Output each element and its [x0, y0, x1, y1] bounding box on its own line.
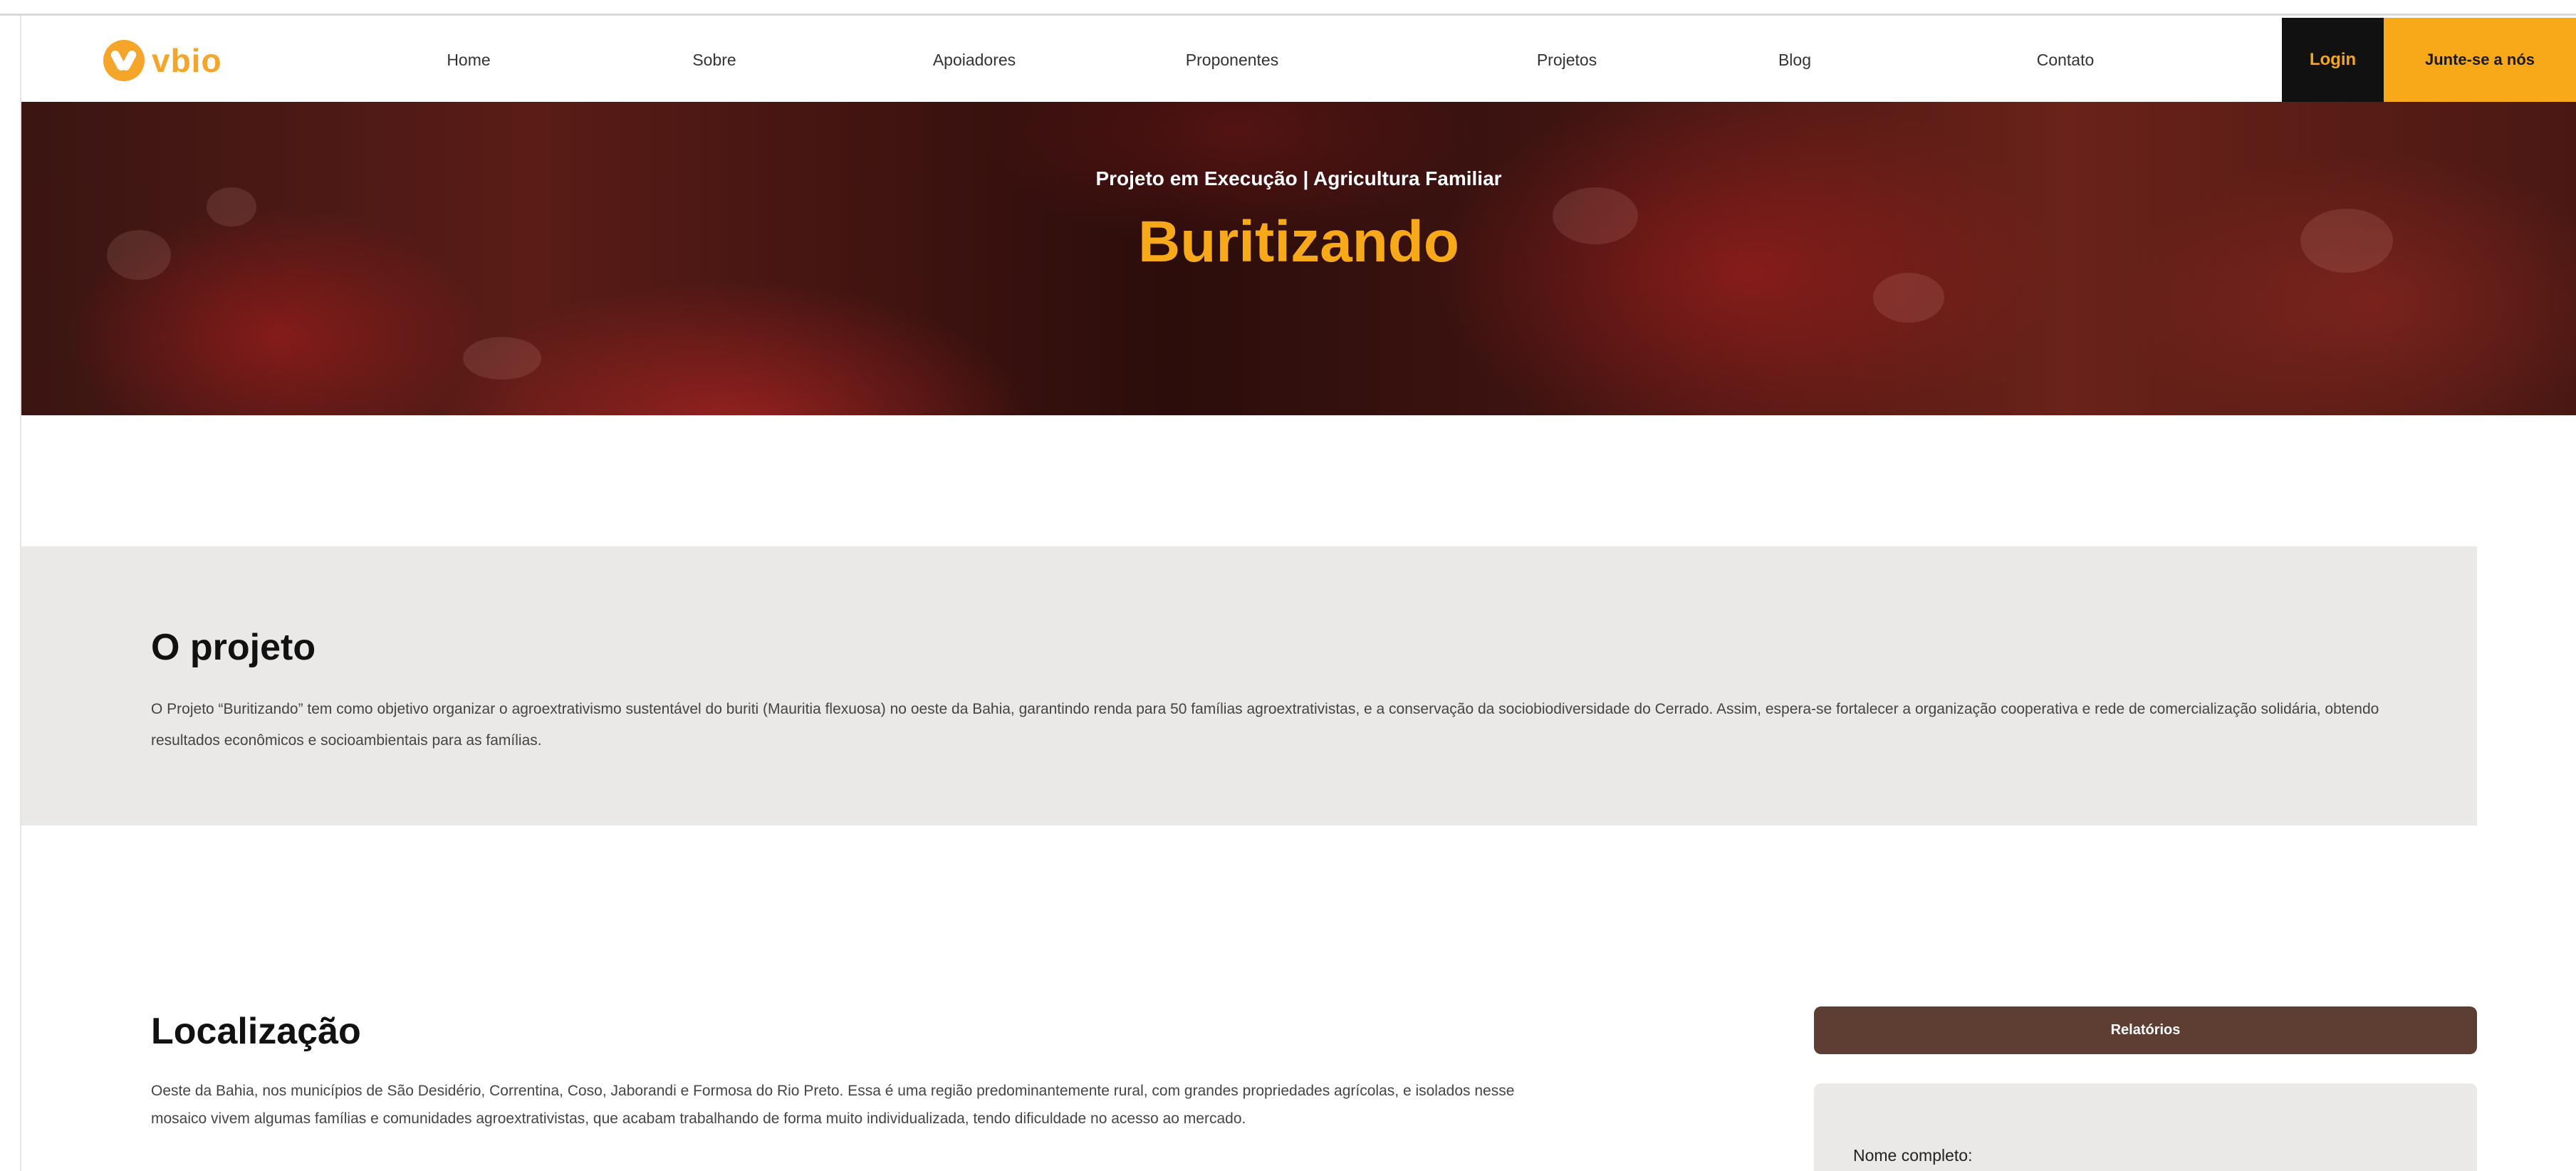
reports-button[interactable]: Relatórios — [1814, 1006, 2477, 1054]
nav-link-proponentes[interactable]: Proponentes — [1161, 18, 1303, 102]
join-us-button[interactable]: Junte-se a nós — [2384, 18, 2576, 102]
hero-banner: Projeto em Execução | Agricultura Famili… — [21, 102, 2576, 415]
nav-link-blog[interactable]: Blog — [1759, 18, 1830, 102]
location-heading: Localização — [151, 1011, 361, 1052]
full-name-label: Nome completo: — [1853, 1146, 1973, 1165]
nav-link-contato[interactable]: Contato — [2008, 18, 2122, 102]
hero-texture-spot — [1873, 273, 1944, 323]
browser-top-strip — [0, 0, 2576, 16]
location-description: Oeste da Bahia, nos municípios de São De… — [151, 1083, 1515, 1127]
project-section: O projeto O Projeto “Buritizando” tem co… — [21, 546, 2477, 826]
nav-link-home[interactable]: Home — [426, 18, 511, 102]
nav-link-projetos[interactable]: Projetos — [1510, 18, 1624, 102]
login-button[interactable]: Login — [2282, 18, 2384, 102]
page-title: Buritizando — [1138, 209, 1459, 274]
site-logo[interactable]: vbio — [103, 39, 222, 82]
hero-subtitle: Projeto em Execução | Agricultura Famili… — [1095, 167, 1502, 189]
hero-texture-spot — [463, 337, 541, 380]
project-description: O Projeto “Buritizando” tem como objetiv… — [151, 701, 2379, 749]
contact-form-card: Nome completo: — [1814, 1083, 2477, 1171]
logo-text: vbio — [152, 42, 222, 79]
nav-link-apoiadores[interactable]: Apoiadores — [910, 18, 1038, 102]
vbio-logo-icon — [103, 40, 145, 81]
nav-link-sobre[interactable]: Sobre — [672, 18, 757, 102]
project-heading: O projeto — [151, 627, 316, 668]
top-navigation: vbio Home Sobre Apoiadores Proponentes P… — [21, 18, 2576, 102]
